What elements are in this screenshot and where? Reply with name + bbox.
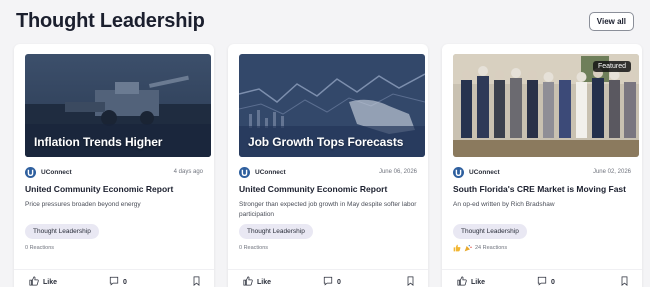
article-title[interactable]: United Community Economic Report [25,184,203,194]
category-tag[interactable]: Thought Leadership [453,224,527,239]
article-thumbnail[interactable]: Inflation Trends Higher [25,54,211,157]
article-card[interactable]: Job Growth Tops Forecasts UConnect June … [228,44,428,287]
featured-badge: Featured [592,61,631,72]
view-all-button[interactable]: View all [588,11,634,31]
article-image-caption: Job Growth Tops Forecasts [248,135,404,149]
thumbs-up-emoji [453,244,461,252]
article-title[interactable]: South Florida's CRE Market is Moving Fas… [453,184,631,194]
category-tag[interactable]: Thought Leadership [239,224,313,239]
comment-count: 0 [337,278,341,286]
article-meta: UConnect 4 days ago [25,166,203,178]
uconnect-logo-icon [25,166,36,178]
reaction-summary[interactable]: 0 Reactions [239,243,417,253]
comment-count: 0 [123,278,127,286]
save-button[interactable] [620,276,629,287]
comment-button[interactable]: 0 [323,276,341,287]
article-thumbnail[interactable]: Featured [453,54,639,157]
article-image-caption: Inflation Trends Higher [34,135,163,149]
thumbs-up-icon [243,276,253,287]
comment-icon [323,276,333,287]
card-divider [228,269,428,270]
article-summary: Stronger than expected job growth in May… [239,201,417,218]
category-tag[interactable]: Thought Leadership [25,224,99,239]
post-date: June 06, 2026 [378,169,417,175]
bookmark-icon [620,276,629,287]
like-label: Like [257,278,272,286]
card-divider [14,269,214,270]
author-name: UConnect [41,168,72,176]
author[interactable]: UConnect [25,166,72,178]
bookmark-icon [406,276,415,287]
article-title[interactable]: United Community Economic Report [239,184,417,194]
reaction-count: 0 Reactions [25,245,55,251]
article-card[interactable]: Inflation Trends Higher UConnect 4 days … [14,44,214,287]
comment-icon [109,276,119,287]
author[interactable]: UConnect [239,166,286,178]
reaction-count: 24 Reactions [475,245,508,251]
celebrate-emoji [464,244,472,252]
card-actions: Like 0 [239,276,417,287]
post-date: 4 days ago [173,169,203,175]
reaction-summary[interactable]: 0 Reactions [25,243,203,253]
like-label: Like [43,278,58,286]
author-name: UConnect [469,168,500,176]
save-button[interactable] [192,276,201,287]
card-actions: Like 0 [453,276,631,287]
like-button[interactable]: Like [243,276,271,287]
comment-icon [537,276,547,287]
card-divider [442,269,642,270]
card-actions: Like 0 [25,276,203,287]
comment-button[interactable]: 0 [537,276,555,287]
section-title: Thought Leadership [16,9,205,32]
article-card[interactable]: Featured UConnect June 02, 2026 South Fl… [442,44,642,287]
article-summary: Price pressures broaden beyond energy [25,201,141,208]
reaction-summary[interactable]: 24 Reactions [453,243,631,253]
post-date: June 02, 2026 [592,169,631,175]
article-meta: UConnect June 06, 2026 [239,166,417,178]
author[interactable]: UConnect [453,166,500,178]
card-list: Inflation Trends Higher UConnect 4 days … [10,44,642,287]
reaction-count: 0 Reactions [239,245,269,251]
uconnect-logo-icon [239,166,250,178]
comment-count: 0 [551,278,555,286]
uconnect-logo-icon [453,166,464,178]
article-meta: UConnect June 02, 2026 [453,166,631,178]
like-label: Like [471,278,486,286]
comment-button[interactable]: 0 [109,276,127,287]
section-header: Thought Leadership View all [10,8,640,34]
thumbs-up-icon [29,276,39,287]
thumbs-up-icon [457,276,467,287]
article-summary: An op-ed written by Rich Bradshaw [453,201,555,208]
like-button[interactable]: Like [29,276,57,287]
like-button[interactable]: Like [457,276,485,287]
thought-leadership-page: Thought Leadership View all Inflation Tr… [0,0,650,287]
bookmark-icon [192,276,201,287]
save-button[interactable] [406,276,415,287]
author-name: UConnect [255,168,286,176]
article-thumbnail[interactable]: Job Growth Tops Forecasts [239,54,425,157]
